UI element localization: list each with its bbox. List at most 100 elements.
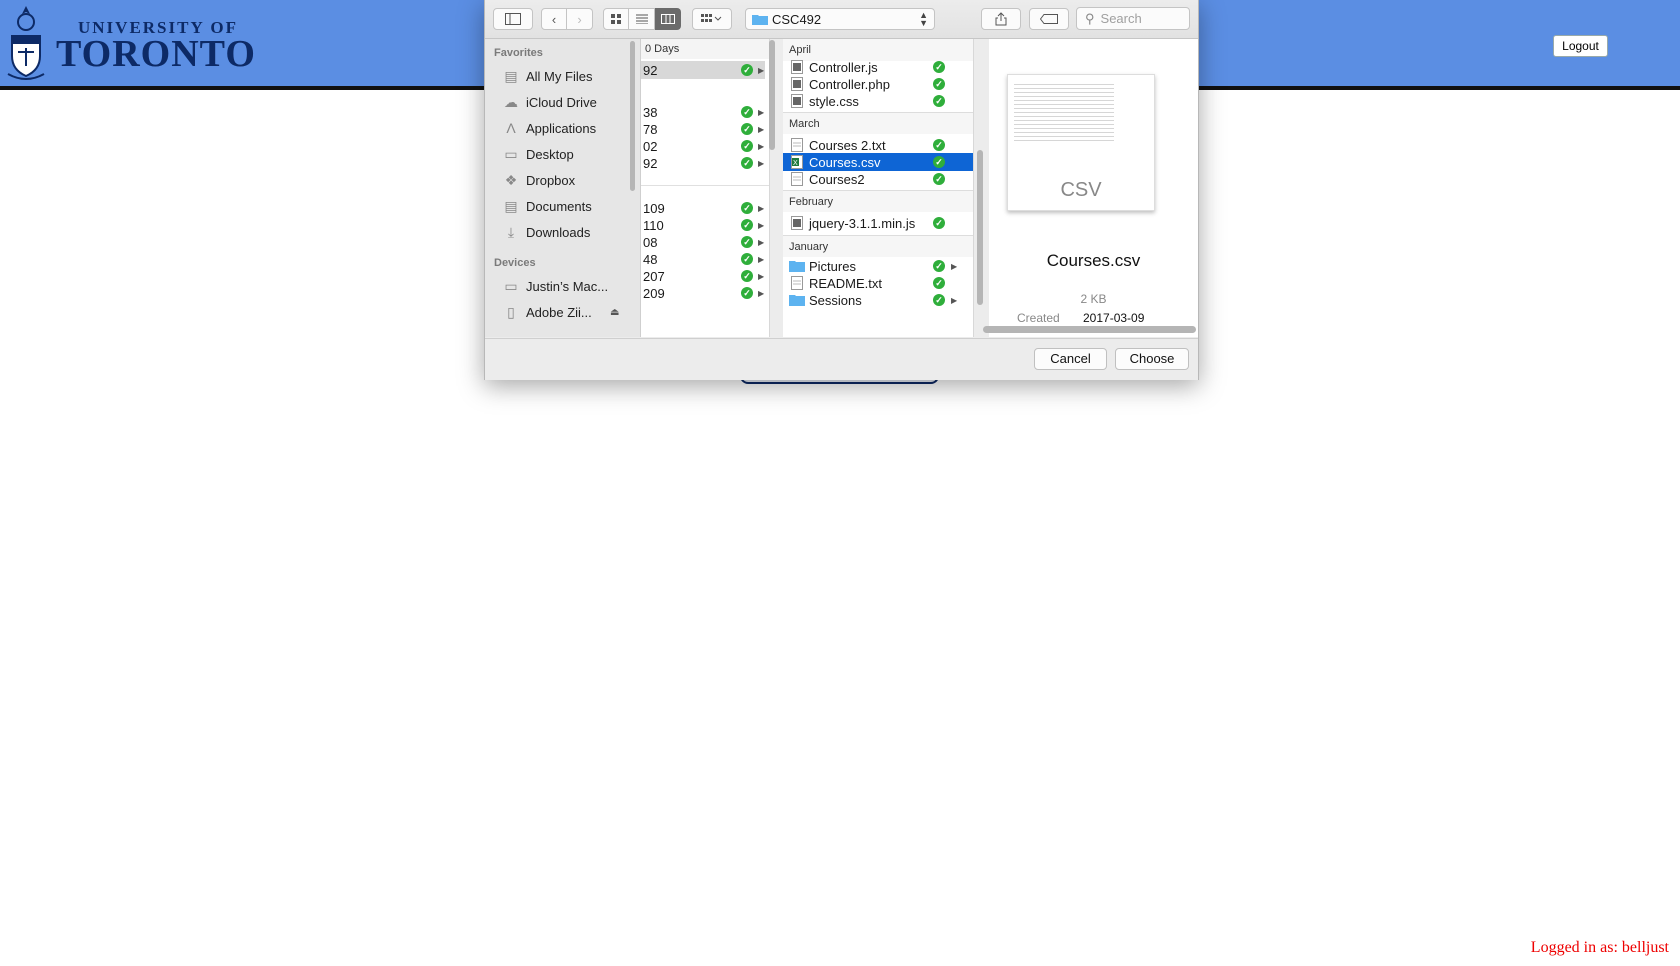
downloads-icon: ⤓ [507, 223, 515, 240]
sync-check-icon: ✓ [741, 140, 753, 152]
disclosure-arrow-icon: ▶ [758, 65, 765, 75]
list-item[interactable]: 48 ✓ ▶ [641, 250, 765, 268]
search-icon: ⚲ [1085, 10, 1095, 26]
sidebar-item-dropbox[interactable]: ❖ Dropbox [502, 169, 575, 191]
file-row[interactable]: README.txt ✓ [783, 274, 973, 292]
list-item-label: 92 [643, 155, 658, 171]
list-icon [635, 14, 648, 24]
list-item[interactable]: 110 ✓ ▶ [641, 216, 765, 234]
folder-row[interactable]: Pictures ✓ ▶ [783, 257, 973, 275]
list-item[interactable]: 78 ✓ ▶ [641, 120, 765, 138]
code-file-icon [791, 216, 803, 230]
file-row[interactable]: Controller.php ✓ [783, 75, 973, 93]
sidebar-item-all-my-files[interactable]: ▤ All My Files [502, 65, 592, 87]
folder-icon [789, 295, 805, 306]
all-files-icon: ▤ [504, 67, 518, 84]
cloud-icon: ☁ [504, 93, 518, 110]
disclosure-arrow-icon: ▶ [758, 141, 765, 151]
sidebar-item-documents[interactable]: ▤ Documents [502, 195, 592, 217]
sidebar-scrollbar[interactable] [630, 41, 635, 191]
file-row-selected[interactable]: X Courses.csv ✓ [783, 153, 973, 171]
back-button[interactable]: ‹ [541, 8, 567, 30]
file-name: Controller.php [809, 76, 890, 92]
sidebar-item-label: Documents [526, 198, 592, 214]
path-label: CSC492 [772, 11, 822, 27]
cancel-button[interactable]: Cancel [1034, 348, 1107, 370]
sidebar-item-applications[interactable]: Λ Applications [502, 117, 596, 139]
sync-check-icon: ✓ [933, 173, 945, 185]
tag-button[interactable] [1029, 8, 1069, 30]
dialog-sidebar: Favorites ▤ All My Files ☁ iCloud Drive … [485, 39, 641, 337]
file-name: README.txt [809, 275, 882, 291]
search-field[interactable]: ⚲ Search [1076, 7, 1190, 30]
disclosure-arrow-icon: ▶ [951, 295, 958, 305]
list-view-button[interactable] [629, 8, 655, 30]
text-file-icon [791, 172, 803, 186]
sidebar-item-adobe-zii[interactable]: ▯ Adobe Zii... ⏏ [502, 301, 626, 323]
sidebar-item-downloads[interactable]: ⤓ Downloads [502, 221, 590, 243]
file-row[interactable]: Courses 2.txt ✓ [783, 136, 973, 154]
folder-row[interactable]: Sessions ✓ ▶ [783, 291, 973, 309]
file-row[interactable]: Controller.js ✓ [783, 58, 973, 76]
sidebar-item-label: Dropbox [526, 172, 576, 188]
list-item-label: 110 [643, 217, 664, 233]
column-2-scrollbar[interactable] [977, 150, 983, 305]
choose-button[interactable]: Choose [1115, 348, 1189, 370]
applications-icon: Λ [506, 120, 516, 136]
disk-icon: ▯ [507, 303, 515, 320]
disclosure-arrow-icon: ▶ [758, 158, 765, 168]
list-item[interactable]: 02 ✓ ▶ [641, 137, 765, 155]
list-item[interactable]: 92 ✓ ▶ [641, 61, 765, 79]
dialog-toolbar: ‹ › CSC492 ▲ ▼ ⚲ Search [485, 0, 1198, 39]
sync-check-icon: ✓ [933, 156, 945, 168]
arrange-button[interactable] [692, 8, 732, 30]
list-item[interactable]: 209 ✓ ▶ [641, 284, 765, 302]
list-item-label: 209 [643, 285, 665, 301]
sidebar-item-label: iCloud Drive [526, 94, 597, 110]
logo-main-text: TORONTO [56, 33, 256, 75]
icon-view-button[interactable] [603, 8, 629, 30]
folder-icon [752, 15, 768, 25]
horizontal-scrollbar[interactable] [983, 326, 1196, 333]
file-thumbnail: CSV [1007, 74, 1155, 211]
search-placeholder: Search [1100, 11, 1142, 26]
chevron-left-icon: ‹ [551, 11, 557, 27]
sync-check-icon: ✓ [933, 217, 945, 229]
list-item[interactable]: 38 ✓ ▶ [641, 103, 765, 121]
column-1-scrollbar[interactable] [769, 40, 775, 150]
file-row[interactable]: Courses2 ✓ [783, 170, 973, 188]
group-header-february: February [783, 190, 973, 212]
preview-pane: CSV Courses.csv 2 KB Created 2017-03-09 [989, 39, 1198, 337]
dropbox-icon: ❖ [504, 171, 518, 188]
sync-check-icon: ✓ [933, 294, 945, 306]
path-popup[interactable]: CSC492 ▲ ▼ [745, 8, 935, 30]
share-button[interactable] [981, 8, 1021, 30]
sidebar-item-label: Desktop [526, 146, 574, 162]
sidebar-item-justins-mac[interactable]: ▭ Justin’s Mac... [502, 275, 608, 297]
file-row[interactable]: style.css ✓ [783, 92, 973, 110]
folder-icon [789, 261, 805, 272]
forward-button[interactable]: › [567, 8, 593, 30]
updown-arrows-icon: ▲ ▼ [919, 10, 928, 28]
list-item-label: 92 [643, 62, 658, 78]
column-view-button[interactable] [655, 8, 681, 30]
file-name: style.css [809, 93, 859, 109]
sidebar-item-desktop[interactable]: ▭ Desktop [502, 143, 574, 165]
toggle-sidebar-button[interactable] [493, 8, 533, 30]
list-item[interactable]: 109 ✓ ▶ [641, 199, 765, 217]
sidebar-item-label: All My Files [526, 68, 593, 84]
university-logo: UNIVERSITY OF TORONTO [6, 4, 256, 82]
disclosure-arrow-icon: ▶ [758, 237, 765, 247]
sync-check-icon: ✓ [741, 157, 753, 169]
file-name: Pictures [809, 258, 856, 274]
eject-icon[interactable]: ⏏ [610, 307, 619, 318]
list-item[interactable]: 207 ✓ ▶ [641, 267, 765, 285]
list-item[interactable]: 08 ✓ ▶ [641, 233, 765, 251]
logout-button[interactable]: Logout [1553, 35, 1608, 57]
documents-icon: ▤ [504, 197, 518, 214]
file-chooser-dialog: ‹ › CSC492 ▲ ▼ ⚲ Search Favorites ▤ All … [484, 0, 1199, 380]
list-item[interactable]: 92 ✓ ▶ [641, 154, 765, 172]
sidebar-item-icloud-drive[interactable]: ☁ iCloud Drive [502, 91, 597, 113]
file-row[interactable]: jquery-3.1.1.min.js ✓ [783, 214, 973, 232]
sync-check-icon: ✓ [741, 123, 753, 135]
